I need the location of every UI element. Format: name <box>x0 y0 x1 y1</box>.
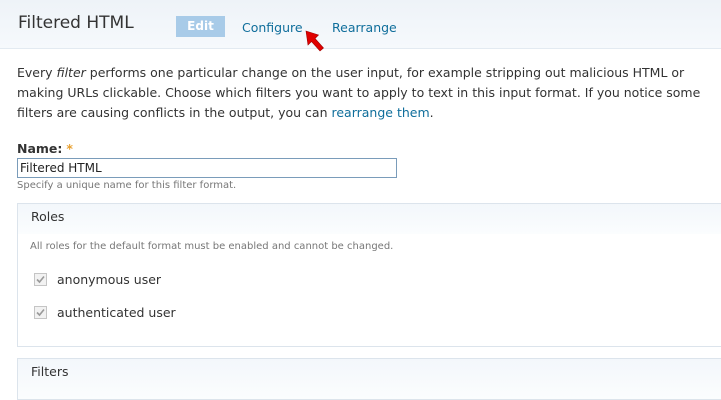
filters-fieldset: Filters <box>17 358 721 400</box>
roles-legend: Roles <box>31 209 65 224</box>
required-marker: * <box>66 141 73 156</box>
anonymous-user-checkbox <box>34 272 47 286</box>
page-title: Filtered HTML <box>18 13 134 33</box>
name-label: Name: * <box>17 141 73 156</box>
roles-description: All roles for the default format must be… <box>30 241 394 252</box>
name-description: Specify a unique name for this filter fo… <box>17 180 237 191</box>
name-input[interactable] <box>17 158 397 178</box>
authenticated-user-checkbox <box>34 305 47 319</box>
anonymous-user-label: anonymous user <box>57 271 162 287</box>
page-header: Filtered HTML Edit Configure Rearrange <box>0 0 721 49</box>
role-anonymous-user: anonymous user <box>34 271 161 287</box>
tab-edit[interactable]: Edit <box>176 16 225 37</box>
check-icon <box>36 308 45 316</box>
tab-configure[interactable]: Configure <box>242 20 303 35</box>
filters-legend: Filters <box>31 364 69 379</box>
rearrange-them-link[interactable]: rearrange them <box>331 105 429 120</box>
red-arrow-pointer-icon <box>305 30 324 52</box>
role-authenticated-user: authenticated user <box>34 304 176 320</box>
filter-emphasis: filter <box>56 65 86 80</box>
check-icon <box>36 275 45 283</box>
roles-fieldset: Roles All roles for the default format m… <box>17 203 721 347</box>
filter-intro-text: Every filter performs one particular cha… <box>17 65 701 120</box>
authenticated-user-label: authenticated user <box>57 304 176 320</box>
tab-rearrange[interactable]: Rearrange <box>332 20 397 35</box>
